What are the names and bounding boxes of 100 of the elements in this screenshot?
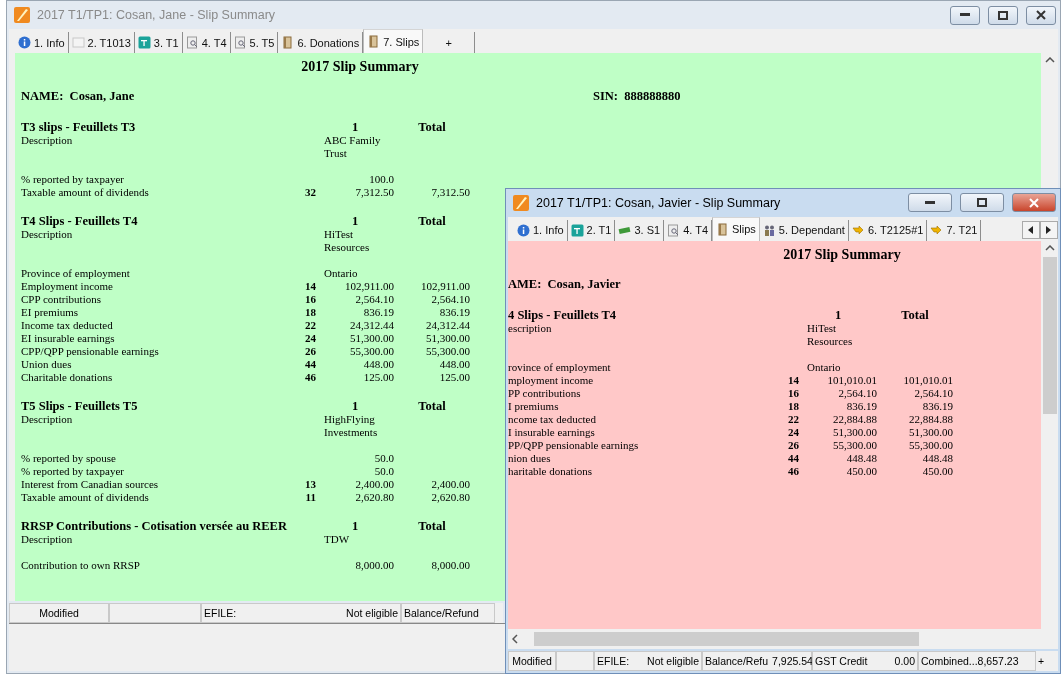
row-label: Interest from Canadian sources xyxy=(21,478,160,491)
row-label: % reported by taxpayer xyxy=(21,173,125,186)
description-text: Trust xyxy=(323,147,348,160)
total-value: 55,300.00 xyxy=(425,345,470,358)
tab[interactable]: 7. T21 xyxy=(927,219,982,241)
row-label: Income tax deducted xyxy=(21,319,114,332)
row-label: Employment income xyxy=(21,280,114,293)
section-heading: T3 slips - Feuillets T3 xyxy=(21,121,137,134)
row-label: PP/QPP pensionable earnings xyxy=(508,438,640,452)
status-text: Modified xyxy=(39,607,79,619)
status-text: Balance/Refund xyxy=(404,607,479,619)
tab[interactable]: 7. Slips xyxy=(363,29,424,53)
column-heading: 1 xyxy=(350,121,360,134)
report-title: 2017 Slip Summary xyxy=(301,59,419,74)
tab[interactable]: 3. S1 xyxy=(615,219,665,241)
box-number: 14 xyxy=(787,373,799,387)
tab[interactable]: 1. Info xyxy=(514,219,568,241)
total-value: 22,884.88 xyxy=(908,412,953,426)
book-icon xyxy=(367,35,381,48)
status-text: Combined...8,657.23 xyxy=(921,655,1019,668)
arrow-icon xyxy=(930,223,944,237)
column-heading: Total xyxy=(417,520,447,533)
box-number: 26 xyxy=(787,438,799,452)
amount-value: 448.48 xyxy=(845,451,877,465)
amount-value: 450.00 xyxy=(845,464,877,478)
column-heading: 1 xyxy=(350,215,360,228)
scroll-left-button[interactable] xyxy=(1022,220,1040,239)
horizontal-scrollbar[interactable] xyxy=(508,629,1058,650)
column-heading: 1 xyxy=(350,520,360,533)
form-icon xyxy=(570,223,584,237)
amount-value: 51,300.00 xyxy=(832,425,877,439)
text-value: Ontario xyxy=(806,360,842,374)
form-icon xyxy=(137,36,151,49)
amount-value: 24,312.44 xyxy=(349,319,394,332)
people-icon xyxy=(762,223,776,237)
document-search-icon xyxy=(667,223,681,237)
amount-value: 55,300.00 xyxy=(349,345,394,358)
box-number: 18 xyxy=(304,306,316,319)
row-label: % reported by taxpayer xyxy=(21,465,125,478)
amount-value: 55,300.00 xyxy=(832,438,877,452)
scroll-right-button[interactable] xyxy=(1040,220,1058,239)
maximize-button[interactable] xyxy=(960,193,1004,213)
row-label: Description xyxy=(21,228,74,241)
column-heading: Total xyxy=(417,121,447,134)
total-value: 51,300.00 xyxy=(425,332,470,345)
window-title: 2017 T1/TP1: Cosan, Javier - Slip Summary xyxy=(536,195,782,210)
tab[interactable]: Slips xyxy=(712,216,760,241)
row-label: I premiums xyxy=(508,399,560,413)
minimize-icon xyxy=(960,13,970,17)
tab[interactable]: 1. Info xyxy=(15,32,69,53)
row-label: ncome tax deducted xyxy=(508,412,597,426)
row-label: nion dues xyxy=(508,451,552,465)
total-value: 2,564.10 xyxy=(430,293,470,306)
section-heading: 4 Slips - Feuillets T4 xyxy=(508,308,618,322)
minimize-button[interactable] xyxy=(950,5,980,25)
taxpayer-name: AME: Cosan, Javier xyxy=(508,276,622,293)
total-value: 125.00 xyxy=(438,371,470,384)
amount-value: 2,400.00 xyxy=(354,478,394,491)
section-heading: RRSP Contributions - Cotisation versée au REER xyxy=(21,520,288,533)
total-value: 51,300.00 xyxy=(908,425,953,439)
box-number: 44 xyxy=(304,358,316,371)
row-label: haritable donations xyxy=(508,464,593,478)
description-text: ABC Family xyxy=(323,134,382,147)
amount-value: 2,620.80 xyxy=(354,491,394,504)
left-triangle-icon xyxy=(1028,225,1034,234)
column-heading: Total xyxy=(417,215,447,228)
total-value: 2,400.00 xyxy=(430,478,470,491)
maximize-button[interactable] xyxy=(988,5,1018,25)
amount-value: 7,312.50 xyxy=(354,186,394,199)
box-number: 24 xyxy=(787,425,799,439)
amount-value: 2,564.10 xyxy=(837,386,877,400)
box-number: 16 xyxy=(787,386,799,400)
maximize-icon xyxy=(998,10,1008,20)
column-heading: 1 xyxy=(350,400,360,413)
amount-value: 836.19 xyxy=(362,306,394,319)
close-icon xyxy=(1029,197,1039,208)
box-number: 11 xyxy=(304,491,316,504)
amount-value: 836.19 xyxy=(845,399,877,413)
row-label: Contribution to own RRSP xyxy=(21,559,141,572)
close-button[interactable] xyxy=(1026,5,1056,25)
box-number: 46 xyxy=(304,371,316,384)
row-label: Description xyxy=(21,413,74,426)
total-value: 24,312.44 xyxy=(425,319,470,332)
close-icon xyxy=(1036,10,1046,20)
text-value: Ontario xyxy=(323,267,359,280)
status-text: EFILE: xyxy=(204,607,237,619)
document-search-icon xyxy=(233,36,247,49)
total-value: 101,010.01 xyxy=(902,373,953,387)
column-heading: Total xyxy=(417,400,447,413)
description-text: Investments xyxy=(323,426,379,439)
box-number: 22 xyxy=(787,412,799,426)
row-label: EI insurable earnings xyxy=(21,332,116,345)
minimize-icon xyxy=(925,200,935,205)
description-text: HiTest xyxy=(323,228,355,241)
section-heading: T4 Slips - Feuillets T4 xyxy=(21,215,139,228)
amount-value: 101,010.01 xyxy=(826,373,877,387)
info-icon xyxy=(18,36,31,49)
minimize-button[interactable] xyxy=(908,193,952,213)
box-number: 14 xyxy=(304,280,316,293)
up-chevron-icon xyxy=(1044,57,1055,63)
